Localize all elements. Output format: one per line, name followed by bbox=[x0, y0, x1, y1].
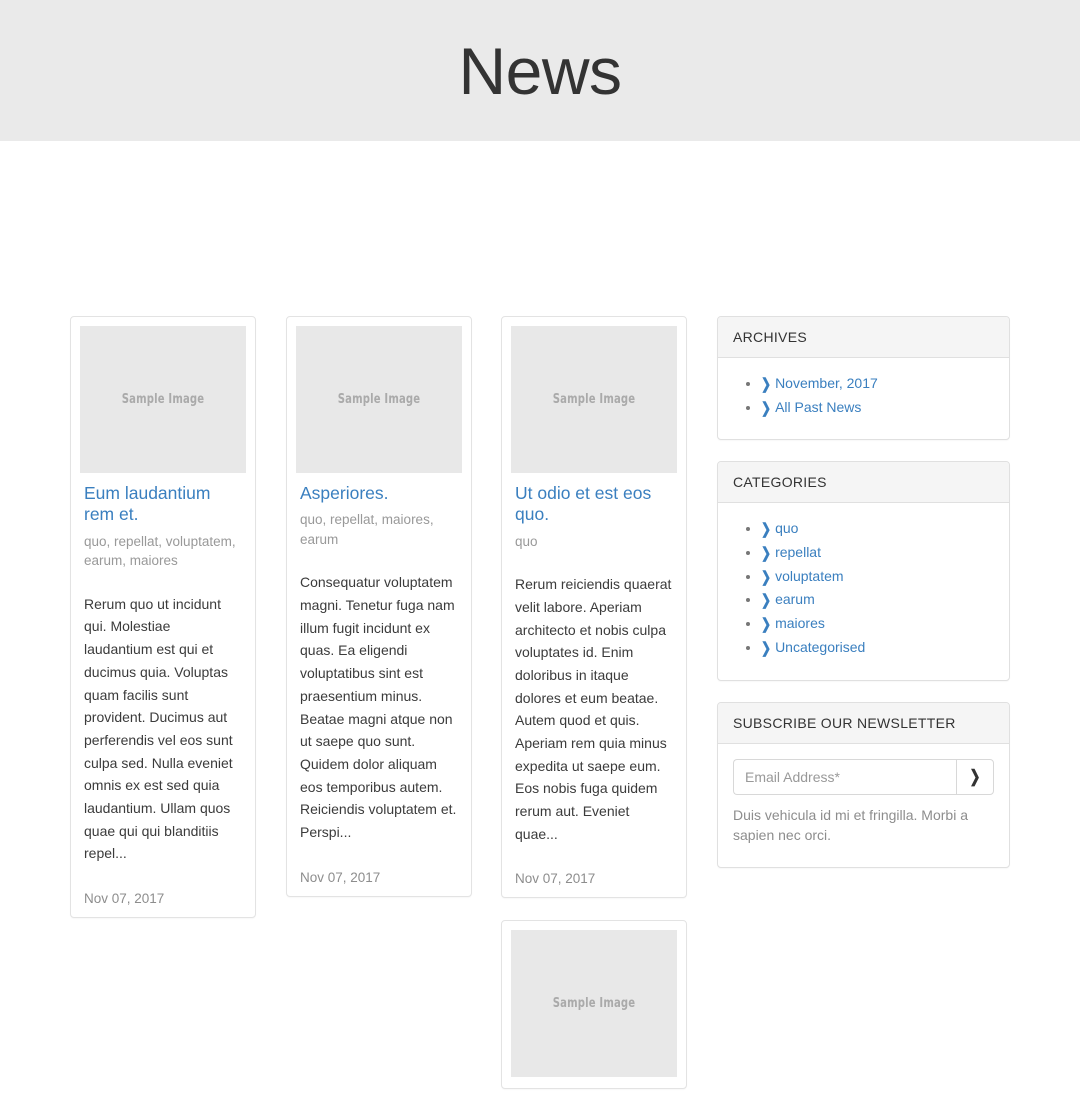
list-item: ❯Uncategorised bbox=[761, 636, 994, 660]
sample-image-label: Sample Image bbox=[337, 392, 421, 407]
list-item: ❯earum bbox=[761, 588, 994, 612]
list-item: ❯voluptatem bbox=[761, 565, 994, 589]
card-excerpt: Consequatur voluptatem magni. Tenetur fu… bbox=[300, 574, 457, 840]
archive-link-label: All Past News bbox=[775, 398, 862, 415]
card-title-link[interactable]: Ut odio et est eos quo. bbox=[515, 483, 673, 526]
chevron-right-icon: ❯ bbox=[761, 544, 772, 562]
archive-link-label: November, 2017 bbox=[775, 375, 878, 391]
sample-image-label: Sample Image bbox=[552, 996, 636, 1012]
news-card[interactable]: Sample Image Eum laudantium rem et. quo,… bbox=[70, 316, 256, 918]
email-field[interactable] bbox=[733, 758, 956, 795]
card-date: Nov 07, 2017 bbox=[300, 869, 381, 885]
categories-heading-title: CATEGORIES bbox=[733, 474, 827, 491]
card-body: Eum laudantium rem et. quo, repellat, vo… bbox=[80, 475, 246, 908]
newsletter-heading-title: SUBSCRIBE OUR NEWSLETTER bbox=[733, 714, 956, 731]
card-body: Ut odio et est eos quo. quo Rerum reicie… bbox=[511, 475, 677, 888]
card-excerpt: Rerum quo ut incidunt qui. Molestiae lau… bbox=[84, 595, 233, 862]
card-title-link[interactable]: Eum laudantium rem et. bbox=[84, 483, 242, 526]
newsletter-panel-heading: SUBSCRIBE OUR NEWSLETTER bbox=[718, 702, 1009, 744]
page-title: News bbox=[458, 33, 622, 108]
news-column-2: Sample Image Asperiores. quo, repellat, … bbox=[286, 316, 472, 919]
chevron-right-icon: ❯ bbox=[761, 591, 772, 610]
newsletter-panel-body: ❯ Duis vehicula id mi et fringilla. Morb… bbox=[718, 744, 1009, 868]
category-link-uncategorised[interactable]: ❯ Uncategorised bbox=[761, 638, 866, 657]
card-excerpt: Rerum reiciendis quaerat velit labore. A… bbox=[515, 576, 672, 842]
chevron-right-icon: ❯ bbox=[761, 375, 772, 393]
category-link-voluptatem[interactable]: ❯ voluptatem bbox=[761, 567, 844, 586]
newsletter-input-group: ❯ bbox=[733, 758, 994, 795]
category-link-repellat[interactable]: ❯ repellat bbox=[761, 544, 821, 562]
category-link-label: Uncategorised bbox=[775, 638, 866, 655]
chevron-right-icon: ❯ bbox=[969, 766, 981, 786]
sample-image-label: Sample Image bbox=[121, 392, 205, 407]
category-link-quo[interactable]: ❯ quo bbox=[761, 520, 799, 538]
categories-panel: CATEGORIES ❯quo ❯repellat ❯voluptatem ❯e… bbox=[717, 461, 1010, 681]
sidebar: ARCHIVES ❯November, 2017 ❯All Past News … bbox=[717, 316, 1010, 889]
category-link-label: earum bbox=[775, 591, 815, 608]
list-item: ❯maiores bbox=[761, 612, 994, 636]
card-thumbnail: Sample Image bbox=[296, 326, 462, 473]
chevron-right-icon: ❯ bbox=[761, 615, 772, 633]
newsletter-note: Duis vehicula id mi et fringilla. Morbi … bbox=[733, 806, 968, 843]
archives-panel-heading: ARCHIVES bbox=[718, 317, 1009, 358]
category-link-label: quo bbox=[775, 520, 799, 537]
page-header-band: News bbox=[0, 0, 1080, 141]
newsletter-submit-button[interactable]: ❯ bbox=[956, 758, 994, 795]
card-tags: quo, repellat, maiores, earum bbox=[300, 512, 434, 547]
chevron-right-icon: ❯ bbox=[761, 638, 772, 657]
archive-link-all-past-news[interactable]: ❯ All Past News bbox=[761, 398, 862, 417]
list-item: ❯November, 2017 bbox=[761, 372, 994, 396]
card-tags: quo bbox=[515, 533, 538, 549]
categories-panel-body: ❯quo ❯repellat ❯voluptatem ❯earum ❯maior… bbox=[718, 503, 1009, 679]
card-date: Nov 07, 2017 bbox=[84, 890, 165, 906]
archive-link-november-2017[interactable]: ❯ November, 2017 bbox=[761, 375, 878, 393]
category-link-label: repellat bbox=[775, 544, 821, 561]
category-link-label: voluptatem bbox=[775, 567, 844, 584]
categories-list: ❯quo ❯repellat ❯voluptatem ❯earum ❯maior… bbox=[733, 517, 994, 659]
news-card[interactable]: Sample Image Asperiores. quo, repellat, … bbox=[286, 316, 472, 897]
newsletter-panel: SUBSCRIBE OUR NEWSLETTER ❯ Duis vehicula… bbox=[717, 701, 1010, 869]
card-thumbnail: Sample Image bbox=[80, 326, 246, 473]
sample-image-label: Sample Image bbox=[552, 392, 636, 407]
archives-heading-title: ARCHIVES bbox=[733, 329, 807, 345]
list-item: ❯All Past News bbox=[761, 396, 994, 420]
chevron-right-icon: ❯ bbox=[761, 520, 772, 539]
categories-panel-heading: CATEGORIES bbox=[718, 462, 1009, 504]
list-item: ❯repellat bbox=[761, 541, 994, 565]
category-link-earum[interactable]: ❯ earum bbox=[761, 591, 815, 609]
news-column-1: Sample Image Eum laudantium rem et. quo,… bbox=[70, 316, 256, 940]
news-column-3: Sample Image Ut odio et est eos quo. quo… bbox=[501, 316, 687, 1111]
archives-list: ❯November, 2017 ❯All Past News bbox=[733, 372, 994, 419]
news-card[interactable]: Sample Image Ut odio et est eos quo. quo… bbox=[501, 316, 687, 899]
chevron-right-icon: ❯ bbox=[761, 398, 772, 417]
card-title-link[interactable]: Asperiores. bbox=[300, 483, 458, 504]
card-tags: quo, repellat, voluptatem, earum, maiore… bbox=[84, 533, 236, 569]
card-body: Asperiores. quo, repellat, maiores, earu… bbox=[296, 475, 462, 887]
archives-panel: ARCHIVES ❯November, 2017 ❯All Past News bbox=[717, 316, 1010, 441]
news-card[interactable]: Sample Image bbox=[501, 920, 687, 1090]
chevron-right-icon: ❯ bbox=[761, 567, 772, 586]
card-thumbnail: Sample Image bbox=[511, 326, 677, 473]
category-link-maiores[interactable]: ❯ maiores bbox=[761, 615, 825, 633]
card-date: Nov 07, 2017 bbox=[515, 871, 596, 887]
card-thumbnail: Sample Image bbox=[511, 930, 677, 1078]
category-link-label: maiores bbox=[775, 615, 825, 632]
list-item: ❯quo bbox=[761, 517, 994, 541]
archives-panel-body: ❯November, 2017 ❯All Past News bbox=[718, 358, 1009, 439]
